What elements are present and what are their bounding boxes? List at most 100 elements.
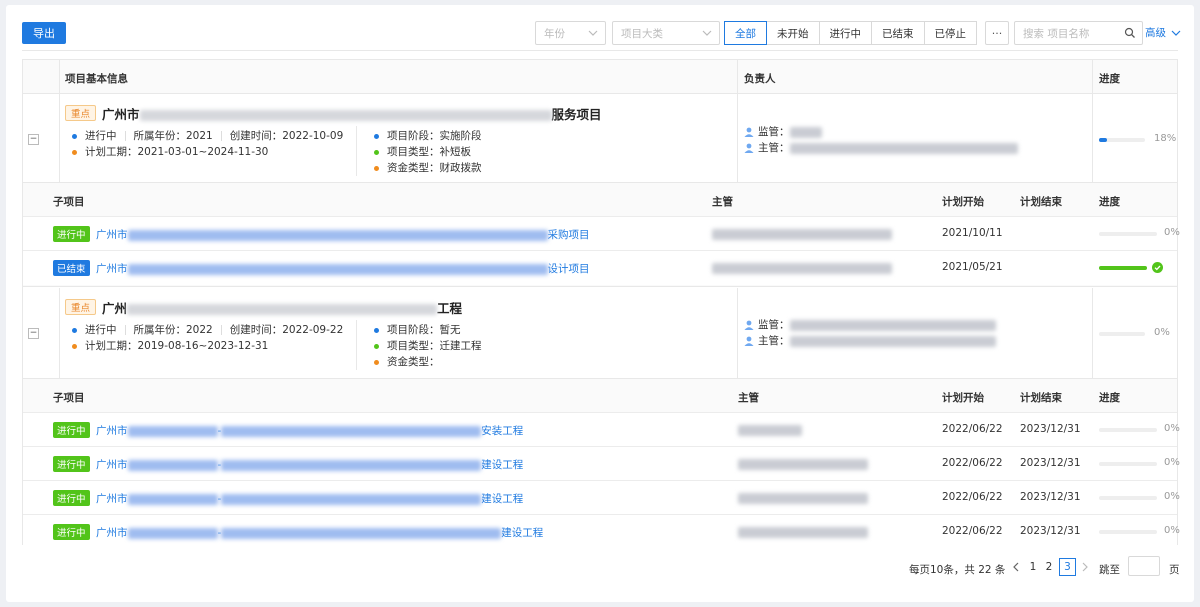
header-owner: 负责人 [744, 73, 776, 85]
manager-persons: 主管： [744, 140, 1018, 155]
project-meta-line1: 进行中 所属年份：2022 创建时间：2022-09-22 [72, 322, 343, 337]
sub-project-link[interactable]: 广州市 - 建设工程 [96, 525, 543, 540]
project-title: 广州 工程 [102, 301, 463, 316]
status-badge: 进行中 [53, 524, 90, 540]
project-table: 项目基本信息 负责人 进度 − 重点 广州市 服务项目 进行中 所属年份：2021 创… [22, 59, 1180, 549]
user-icon [744, 336, 754, 346]
redacted-text [738, 458, 868, 470]
project-meta-line2: 计划工期：2019-08-16~2023-12-31 [72, 338, 268, 353]
sub-project-row: 进行中 广州市 - 安装工程 2022/06/22 2023/12/31 0% [23, 413, 1180, 447]
jump-label: 跳至 [1099, 564, 1120, 576]
progress-percent: 0% [1164, 423, 1180, 434]
sub-project-link[interactable]: 广州市 - 安装工程 [96, 423, 523, 438]
monitor-person: 监管： [744, 317, 996, 332]
period-value: 2021-03-01~2024-11-30 [137, 146, 269, 158]
category-select-placeholder: 项目大类 [621, 27, 663, 40]
fund-label: 资金类型： [387, 162, 440, 174]
search-input[interactable]: 搜索 项目名称 [1014, 21, 1143, 45]
plan-start-cell: 2022/06/22 [942, 423, 1003, 435]
sub-header-progress: 进度 [1099, 392, 1120, 404]
status-badge: 进行中 [53, 490, 90, 506]
pagination-summary: 每页10条，共 22 条 [909, 564, 1006, 576]
redacted-text [127, 263, 548, 275]
progress-percent: 0% [1154, 327, 1170, 338]
sub-table-header: 子项目 主管 计划开始 计划结束 进度 [23, 183, 1177, 217]
project-status: 进行中 [85, 130, 117, 142]
stage-label: 项目阶段： [387, 130, 440, 142]
supervisor-cell [738, 526, 868, 538]
category-select[interactable]: 项目大类 [612, 21, 720, 45]
chevron-left-icon[interactable] [1012, 562, 1020, 572]
sub-header-progress: 进度 [1099, 196, 1120, 208]
progress-percent: 18% [1154, 133, 1177, 144]
project-stage: 项目阶段：实施阶段 [374, 128, 482, 143]
page-1[interactable]: 1 [1028, 558, 1038, 576]
redacted-text [127, 493, 218, 505]
year-select[interactable]: 年份 [535, 21, 606, 45]
collapse-toggle[interactable]: − [28, 134, 39, 145]
project-type: 项目类型：迁建工程 [374, 338, 482, 353]
created-value: 2022-10-09 [282, 130, 344, 142]
status-dot [72, 133, 77, 139]
export-button[interactable]: 导出 [22, 22, 66, 44]
plan-start-cell: 2022/06/22 [942, 525, 1003, 537]
status-filter-tabs: 全部 未开始 进行中 已结束 已停止 [724, 21, 977, 45]
sub-table-header: 子项目 主管 计划开始 计划结束 进度 [23, 379, 1177, 413]
tab-stopped[interactable]: 已停止 [923, 21, 977, 45]
chevron-right-icon[interactable] [1081, 562, 1089, 572]
page-3-current[interactable]: 3 [1059, 558, 1076, 576]
plan-end-cell: 2023/12/31 [1020, 423, 1081, 435]
progress-bar [1099, 138, 1145, 142]
progress-percent: 0% [1164, 227, 1180, 238]
tab-all[interactable]: 全部 [724, 21, 767, 45]
toolbar-divider [22, 50, 1178, 51]
main-panel: 导出 年份 项目大类 全部 未开始 进行中 已结束 已停止 ··· 搜索 项目名… [6, 5, 1194, 602]
page-unit-label: 页 [1169, 564, 1180, 576]
stage-value: 实施阶段 [439, 130, 482, 142]
redacted-text [221, 425, 482, 437]
sub-project-link[interactable]: 广州市 - 建设工程 [96, 491, 523, 506]
redacted-text [127, 229, 548, 241]
progress-bar [1099, 332, 1145, 336]
sub-project-row: 进行中 广州市 - 建设工程 2022/06/22 2023/12/31 0% [23, 515, 1180, 549]
user-icon [744, 143, 754, 153]
redacted-text [738, 492, 868, 504]
search-placeholder: 搜索 项目名称 [1023, 27, 1090, 40]
period-label: 计划工期： [85, 146, 138, 158]
plan-start-cell: 2021/10/11 [942, 227, 1003, 239]
more-button[interactable]: ··· [985, 21, 1009, 45]
search-icon[interactable] [1124, 27, 1136, 39]
sub-project-link[interactable]: 广州市 - 建设工程 [96, 457, 523, 472]
progress-percent: 0% [1164, 525, 1180, 536]
sub-header-name: 子项目 [53, 196, 85, 208]
status-badge: 进行中 [53, 422, 90, 438]
chevron-down-icon [702, 30, 712, 36]
page-jump-input[interactable] [1128, 556, 1160, 576]
sub-header-supervisor: 主管 [738, 392, 759, 404]
redacted-text [789, 142, 1018, 154]
progress-percent: 0% [1164, 457, 1180, 468]
tab-in-progress[interactable]: 进行中 [818, 21, 872, 45]
year-select-placeholder: 年份 [544, 27, 565, 40]
project-meta-line1: 进行中 所属年份：2021 创建时间：2022-10-09 [72, 128, 343, 143]
sub-project-row: 已结束 广州市 设计项目 2021/05/21 [23, 251, 1177, 285]
supervisor-cell [712, 228, 892, 240]
collapse-toggle[interactable]: − [28, 328, 39, 339]
advanced-filter-link[interactable]: 高级 [1145, 25, 1181, 40]
redacted-text [789, 126, 822, 138]
tab-not-started[interactable]: 未开始 [766, 21, 820, 45]
created-label: 创建时间： [229, 130, 283, 142]
manager-persons: 主管： [744, 333, 996, 348]
key-badge: 重点 [65, 299, 97, 315]
progress-bar [1099, 428, 1157, 432]
tab-ended[interactable]: 已结束 [871, 21, 925, 45]
sub-project-link[interactable]: 广州市 采购项目 [96, 227, 590, 242]
project-fund: 资金类型：财政拨款 [374, 160, 482, 175]
sub-project-link[interactable]: 广州市 设计项目 [96, 261, 590, 276]
header-progress: 进度 [1099, 73, 1120, 85]
progress-bar [1099, 496, 1157, 500]
redacted-text [139, 110, 552, 121]
sub-header-supervisor: 主管 [712, 196, 733, 208]
redacted-text [127, 527, 218, 539]
page-2[interactable]: 2 [1044, 558, 1054, 576]
